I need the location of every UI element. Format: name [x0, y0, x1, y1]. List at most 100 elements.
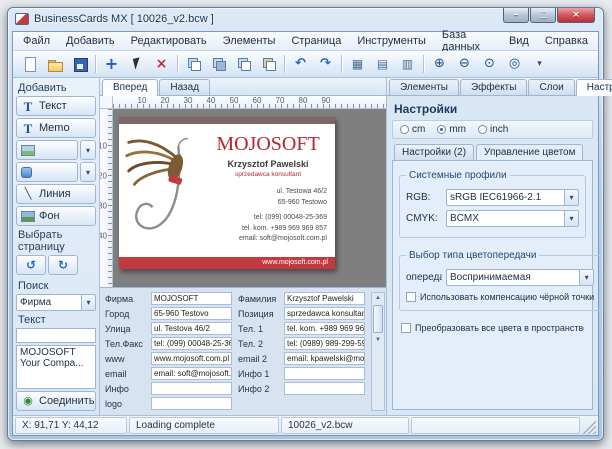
menu-item[interactable]: Инструменты — [349, 33, 434, 49]
form-input[interactable]: MOJOSOFT — [151, 292, 232, 305]
image-options-dropdown[interactable]: ▾ — [80, 140, 96, 160]
search-text-input[interactable] — [16, 328, 96, 343]
send-to-back-button[interactable] — [207, 53, 230, 75]
menu-item[interactable]: Элементы — [215, 33, 284, 49]
add-memo-button[interactable]: T Memo — [16, 118, 96, 138]
form-input[interactable] — [151, 397, 232, 410]
units-row: cm mm inch — [392, 120, 593, 139]
form-input[interactable]: email: soft@mojosoft.com.pl — [151, 367, 232, 380]
add-image-button[interactable] — [16, 140, 78, 160]
menu-item[interactable]: Справка — [537, 33, 596, 49]
form-input[interactable]: 65-960 Testovo — [151, 307, 232, 320]
rgb-combo-dropdown-icon[interactable]: ▾ — [564, 190, 578, 205]
intent-combo-dropdown-icon[interactable]: ▾ — [579, 270, 593, 285]
scrollbar-thumb[interactable] — [373, 305, 383, 333]
zoom-dropdown-button[interactable]: ▾ — [528, 53, 551, 75]
form-scrollbar[interactable]: ▲ ▼ — [371, 292, 385, 411]
cmyk-combo-dropdown-icon[interactable]: ▾ — [564, 211, 578, 226]
unit-option-mm[interactable]: mm — [437, 124, 466, 135]
menu-item[interactable]: Страница — [283, 33, 349, 49]
add-shape-button[interactable] — [16, 162, 78, 182]
form-input[interactable]: www.mojosoft.com.pl — [151, 352, 232, 365]
new-document-button[interactable] — [18, 53, 41, 75]
settings-subtab[interactable]: Управление цветом — [476, 144, 583, 160]
save-button[interactable] — [68, 53, 91, 75]
cmyk-profile-combo[interactable]: BCMX ▾ — [446, 210, 579, 227]
previous-page-button[interactable]: ↺ — [16, 255, 46, 275]
scroll-down-icon[interactable]: ▼ — [375, 335, 381, 345]
black-point-checkbox[interactable] — [406, 292, 416, 302]
grid-button[interactable]: ▦ — [346, 53, 369, 75]
shape-options-dropdown[interactable]: ▾ — [80, 162, 96, 182]
connect-button[interactable]: ◉ Соединить — [16, 391, 96, 411]
paste-button[interactable] — [257, 53, 280, 75]
convert-colors-checkbox[interactable] — [401, 323, 411, 333]
add-line-button[interactable]: ╲ Линия — [16, 184, 96, 204]
rendering-intent-combo[interactable]: Воспринимаемая ▾ — [446, 269, 594, 286]
title-bar[interactable]: BusinessCards MX [ 10026_v2.bcw ] – □ × — [8, 8, 603, 30]
unit-radio-cm — [400, 125, 409, 134]
card-person-position[interactable]: sprzedawca konsultant — [205, 171, 331, 178]
unit-option-inch[interactable]: inch — [478, 124, 508, 135]
menu-item[interactable]: Редактировать — [123, 33, 215, 49]
tab-forward[interactable]: Вперед — [102, 79, 158, 96]
minimize-button[interactable]: – — [503, 8, 529, 23]
form-input[interactable]: Krzysztof Pawelski — [284, 292, 365, 305]
unit-option-cm[interactable]: cm — [400, 124, 425, 135]
zoom-in-button[interactable]: ⊕ — [428, 53, 451, 75]
copy-button[interactable] — [232, 53, 255, 75]
next-page-button[interactable]: ↻ — [48, 255, 78, 275]
zoom-out-button[interactable]: ⊖ — [453, 53, 476, 75]
settings-subtab[interactable]: Настройки (2) — [394, 144, 474, 160]
card-person-name[interactable]: Krzysztof Pawelski — [205, 159, 331, 169]
redo-button[interactable]: ↷ — [314, 53, 337, 75]
business-card[interactable]: MOJOSOFT Krzysztof Pawelski sprzedawca k… — [119, 117, 335, 269]
form-input[interactable] — [284, 367, 365, 380]
tab-back[interactable]: Назад — [159, 79, 210, 95]
form-input[interactable]: tel: (0989) 989-299-596 — [284, 337, 365, 350]
snap-button[interactable]: ▥ — [396, 53, 419, 75]
form-input[interactable]: ul. Testova 46/2 — [151, 322, 232, 335]
add-text-button[interactable]: T Текст — [16, 96, 96, 116]
bring-to-front-button[interactable] — [182, 53, 205, 75]
card-company-name[interactable]: MOJOSOFT — [205, 133, 331, 156]
search-results-list[interactable]: MOJOSOFTYour Compa... — [16, 345, 96, 389]
resize-grip[interactable] — [582, 417, 596, 434]
form-input[interactable]: sprzedawca konsultant — [284, 307, 365, 320]
align-button[interactable]: ▤ — [371, 53, 394, 75]
menu-item[interactable]: Файл — [15, 33, 58, 49]
combo-dropdown-icon[interactable]: ▾ — [81, 295, 95, 310]
maximize-button[interactable]: □ — [530, 8, 556, 23]
form-input[interactable]: tel: (099) 00048-25-369 — [151, 337, 232, 350]
card-contact-block[interactable]: ul. Testowa 46/265-960 Testowo tel: (099… — [239, 187, 327, 245]
panel-tab[interactable]: Настройки — [576, 79, 612, 96]
zoom-fit-button[interactable]: ◎ — [503, 53, 526, 75]
undo-button[interactable]: ↶ — [289, 53, 312, 75]
zoom-actual-button[interactable]: ⊙ — [478, 53, 501, 75]
form-input[interactable] — [284, 382, 365, 395]
panel-tab[interactable]: Элементы — [389, 79, 459, 95]
menu-item[interactable]: Вид — [501, 33, 537, 49]
open-folder-button[interactable] — [43, 53, 66, 75]
search-category-combo[interactable]: Фирма ▾ — [16, 294, 96, 311]
toolbar-separator — [95, 55, 96, 73]
form-input[interactable] — [151, 382, 232, 395]
form-input[interactable]: tel. kom. +989 969 969 857 — [284, 322, 365, 335]
rgb-profile-combo[interactable]: sRGB IEC61966-2.1 ▾ — [446, 189, 579, 206]
delete-element-button[interactable]: × — [150, 53, 173, 75]
list-item[interactable]: MOJOSOFT — [18, 347, 94, 358]
panel-tab[interactable]: Слои — [528, 79, 574, 95]
select-cursor-button[interactable] — [125, 53, 148, 75]
form-row: Тел.Факсtel: (099) 00048-25-369 — [105, 337, 232, 350]
list-item[interactable]: Your Compa... — [18, 358, 94, 369]
scroll-up-icon[interactable]: ▲ — [375, 293, 381, 303]
form-row: Тел. 2tel: (0989) 989-299-596 — [238, 337, 365, 350]
add-element-button[interactable]: + — [100, 53, 123, 75]
unit-radio-mm — [437, 125, 446, 134]
form-input[interactable]: email: kpawelski@mojosoft.c — [284, 352, 365, 365]
design-canvas[interactable]: MOJOSOFT Krzysztof Pawelski sprzedawca k… — [113, 109, 386, 287]
panel-tab[interactable]: Эффекты — [460, 79, 527, 95]
close-button[interactable]: × — [557, 8, 595, 23]
menu-item[interactable]: Добавить — [58, 33, 123, 49]
add-background-button[interactable]: Фон — [16, 206, 96, 226]
